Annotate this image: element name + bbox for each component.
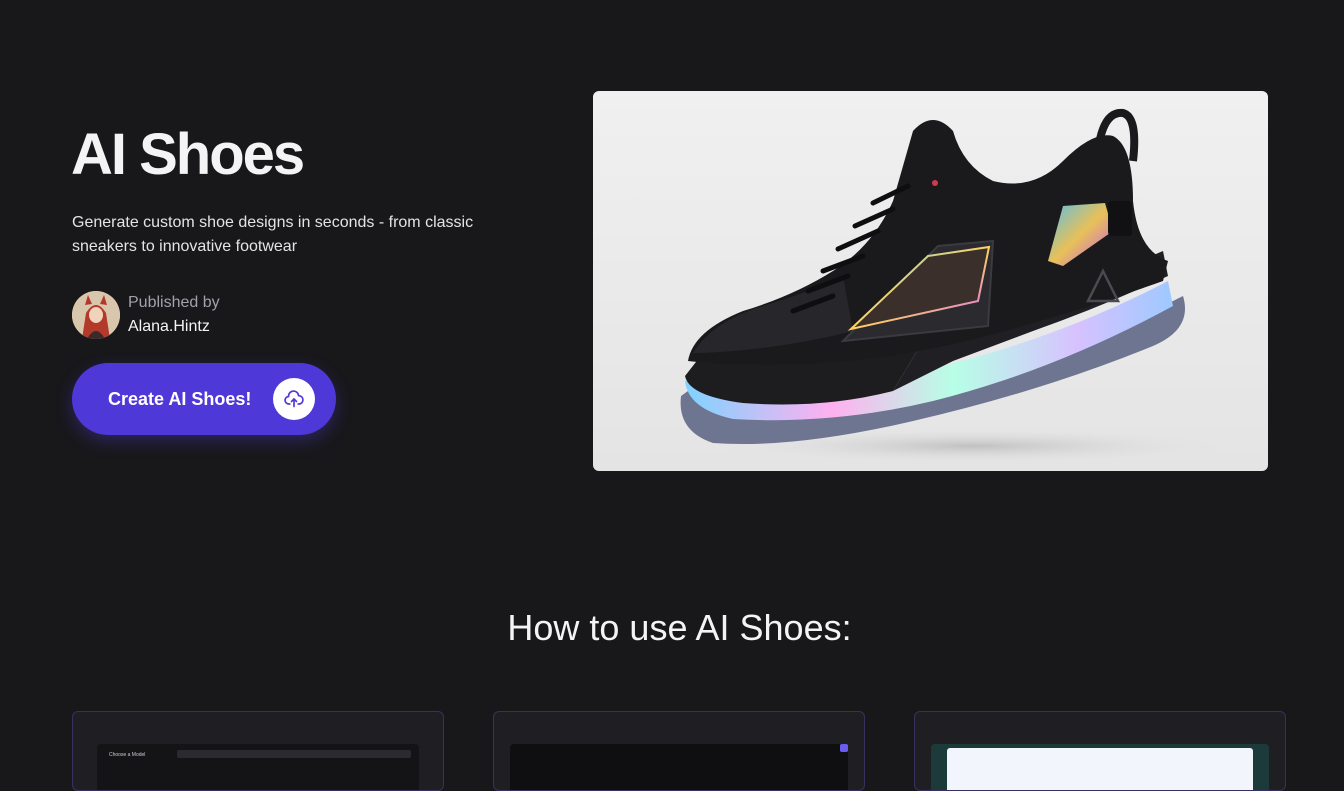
step-caption: Choose a Model [109,752,146,758]
step-placeholder-bar [177,750,411,758]
hero-shoe-image [593,91,1268,471]
step-screenshot-2 [510,744,848,790]
step-accent-marker [840,744,848,752]
create-button-label: Create AI Shoes! [108,388,252,409]
avatar[interactable] [72,291,120,339]
create-ai-shoes-button[interactable]: Create AI Shoes! [72,363,336,435]
upload-cloud-icon [273,378,315,420]
hero-description: Generate custom shoe designs in seconds … [72,214,474,255]
how-to-title: How to use AI Shoes: [507,607,852,648]
step-card-1: Choose a Model [72,711,444,791]
step-screenshot-3 [931,744,1269,790]
step-screenshot-1: Choose a Model [97,744,419,790]
published-by-label: Published by [128,294,220,311]
publisher-info: Published by Alana.Hintz [72,291,220,339]
publisher-name[interactable]: Alana.Hintz [128,315,220,339]
step-card-3 [914,711,1286,791]
page-title: AI Shoes [71,122,305,187]
step-preview-panel [947,748,1253,790]
step-card-2 [493,711,865,791]
